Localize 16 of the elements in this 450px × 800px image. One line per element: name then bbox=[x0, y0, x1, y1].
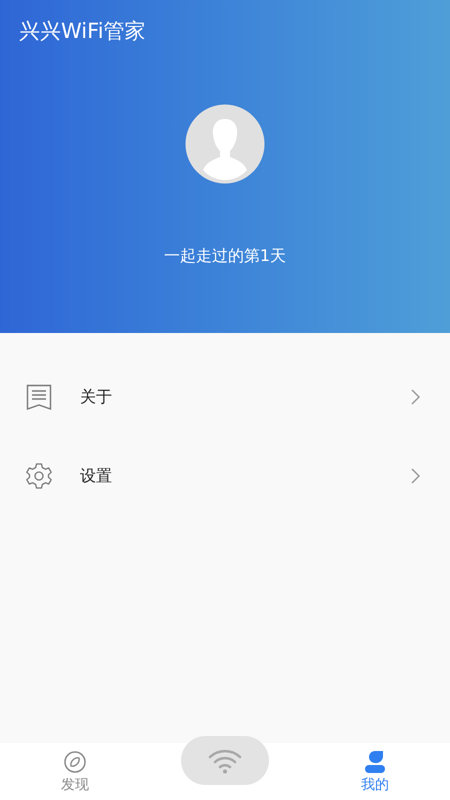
app-title: 兴兴WiFi管家 bbox=[19, 18, 146, 45]
person-icon bbox=[364, 750, 386, 774]
menu-label: 关于 bbox=[80, 386, 113, 408]
wifi-icon bbox=[208, 748, 242, 774]
avatar-icon bbox=[185, 104, 265, 184]
settings-icon bbox=[25, 462, 53, 490]
nav-tab[interactable]: 我的 bbox=[353, 750, 397, 794]
menu-item[interactable]: 设置 bbox=[0, 436, 450, 515]
compass-icon bbox=[63, 750, 87, 774]
chevron-right-icon bbox=[411, 388, 420, 404]
menu-label: 设置 bbox=[80, 464, 113, 486]
chevron-right-icon bbox=[411, 468, 420, 484]
menu-item[interactable]: 关于 bbox=[0, 357, 450, 436]
days-together-text: 一起走过的第1天 bbox=[164, 244, 286, 266]
book-icon bbox=[26, 384, 52, 410]
wifi-button[interactable] bbox=[181, 736, 269, 785]
